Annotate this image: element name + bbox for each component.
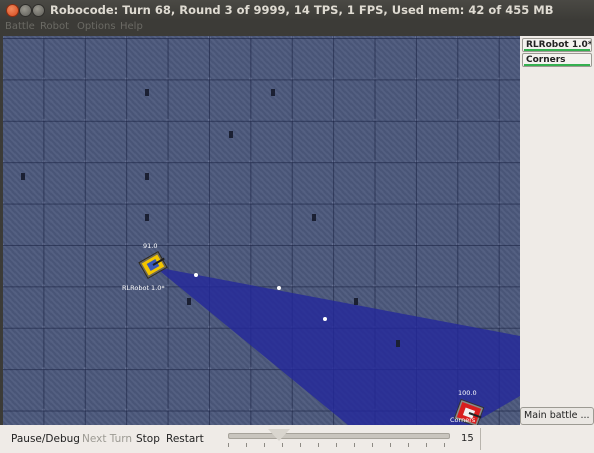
title-bar: Robocode: Turn 68, Round 3 of 9999, 14 T… <box>0 0 594 20</box>
menu-bar: Battle Robot Options Help <box>0 20 594 35</box>
divider <box>480 428 483 450</box>
restart-button[interactable]: Restart <box>166 433 204 445</box>
minimize-window-icon[interactable] <box>19 4 32 17</box>
next-turn-button[interactable]: Next Turn <box>82 433 132 445</box>
window-title: Robocode: Turn 68, Round 3 of 9999, 14 T… <box>50 3 554 17</box>
speed-slider-track[interactable] <box>228 433 450 439</box>
robot-energy-label: 100.0 <box>458 389 477 397</box>
energy-bar <box>524 64 590 66</box>
robot-sidebar: RLRobot 1.0* Corners <box>520 36 594 425</box>
robot-button-corners[interactable]: Corners <box>522 53 592 67</box>
robot-name-label: RLRobot 1.0* <box>122 284 165 292</box>
speed-slider-thumb[interactable] <box>268 429 290 441</box>
menu-robot[interactable]: Robot <box>40 21 69 32</box>
maximize-window-icon[interactable] <box>32 4 45 17</box>
speed-slider-ticks <box>228 443 450 449</box>
menu-help[interactable]: Help <box>120 21 143 32</box>
battlefield-canvas <box>21 89 520 425</box>
pause-debug-button[interactable]: Pause/Debug <box>11 433 80 445</box>
main-battle-button[interactable]: Main battle ... <box>520 407 594 425</box>
speed-value: 15 <box>461 433 474 444</box>
menu-options[interactable]: Options <box>77 21 116 32</box>
bullet <box>277 286 281 290</box>
battlefield[interactable]: 91.0 RLRobot 1.0* 100.0 Corners <box>3 36 520 425</box>
energy-bar <box>524 49 590 51</box>
stop-button[interactable]: Stop <box>136 433 160 445</box>
robot-name-label: Corners <box>450 416 476 424</box>
bullet <box>323 317 327 321</box>
robot-energy-label: 91.0 <box>143 242 158 250</box>
bullet <box>194 273 198 277</box>
close-window-icon[interactable] <box>6 4 19 17</box>
control-bar: Pause/Debug Next Turn Stop Restart 15 <box>0 425 594 453</box>
menu-battle[interactable]: Battle <box>5 21 35 32</box>
robot-button-rlrobot[interactable]: RLRobot 1.0* <box>522 38 592 52</box>
